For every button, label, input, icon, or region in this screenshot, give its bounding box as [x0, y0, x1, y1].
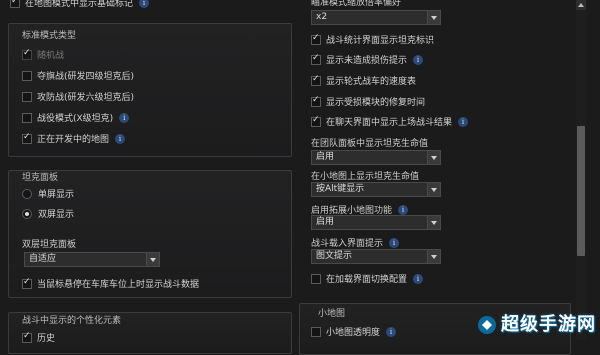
scroll-thumb[interactable]	[577, 126, 585, 256]
chevron-down-icon	[427, 250, 440, 263]
chevron-down-icon	[427, 151, 440, 164]
info-icon[interactable]: i	[413, 273, 424, 284]
ext-minimap-value: 启用	[316, 217, 335, 227]
check-row-no-damage[interactable]: 显示未造成损伤提示 i	[311, 53, 424, 66]
hover-stats-checkbox[interactable]	[22, 277, 32, 289]
assault-label: 攻防战(研发六级坦克后)	[37, 93, 135, 103]
watermark-logo-icon	[478, 316, 496, 334]
zoom-select[interactable]: x2	[311, 10, 441, 25]
standard-item-assault[interactable]: 攻防战(研发六级坦克后)	[22, 90, 134, 103]
minimap-opacity-checkbox[interactable]	[311, 326, 321, 337]
ctf-checkbox[interactable]	[22, 70, 32, 81]
team-panel-hp-value: 启用	[316, 152, 335, 162]
chat-result-checkbox[interactable]	[311, 115, 321, 127]
chevron-down-icon	[427, 183, 440, 196]
dev-maps-label: 正在开发中的地图	[37, 135, 110, 145]
watermark: 超级手游网	[477, 310, 596, 336]
check-row-chat-result[interactable]: 在聊天界面中显示上场战斗结果 i	[311, 115, 469, 128]
campaign-label: 战役模式(X级坦克)	[37, 114, 114, 124]
minimap-opacity-row[interactable]: 小地图透明度 i	[311, 325, 397, 338]
loading-switch-label: 在加载界面切换配置	[326, 275, 408, 285]
left-top-checkbox[interactable]	[10, 0, 20, 8]
hover-stats-row[interactable]: 当鼠标悬停在车库车位上时显示战斗数据	[22, 277, 199, 290]
random-battle-checkbox	[22, 48, 32, 60]
loading-tips-select[interactable]: 图文提示	[311, 249, 441, 264]
check-row-speedometer[interactable]: 显示轮式战车的速度表	[311, 74, 416, 87]
standard-mode-title: 标准模式类型	[22, 31, 77, 41]
campaign-checkbox[interactable]	[22, 112, 32, 123]
standard-item-campaign[interactable]: 战役模式(X级坦克) i	[22, 111, 130, 124]
chat-result-label: 在聊天界面中显示上场战斗结果	[326, 118, 453, 128]
no-damage-checkbox[interactable]	[311, 53, 321, 65]
info-icon[interactable]: i	[398, 204, 409, 215]
speedometer-label: 显示轮式战车的速度表	[326, 77, 417, 87]
ctf-label: 夺旗战(研发四级坦克后)	[37, 72, 135, 82]
tank-marker-checkbox[interactable]	[311, 33, 321, 45]
personal-first-row[interactable]: 历史	[22, 331, 55, 344]
hover-stats-label: 当鼠标悬停在车库车位上时显示战斗数据	[37, 280, 200, 290]
left-top-partial-row[interactable]: 在地图模式中显示基础标记 i	[10, 0, 150, 9]
minimap-hp-select[interactable]: 按Alt键显示	[311, 182, 441, 197]
team-panel-hp-label: 在团队面板中显示坦克生命值	[311, 139, 429, 149]
radio-dual-row[interactable]: 双屏显示	[22, 207, 74, 220]
history-checkbox[interactable]	[22, 331, 32, 343]
random-battle-label: 随机战	[37, 51, 65, 61]
repair-time-label: 显示受损模块的修复时间	[326, 98, 426, 108]
info-icon[interactable]: i	[119, 112, 130, 123]
dual-panel-select-value: 自适应	[29, 254, 57, 264]
check-row-tank-marker[interactable]: 战斗统计界面显示坦克标识	[311, 33, 434, 46]
left-top-label: 在地图模式中显示基础标记	[25, 0, 134, 9]
dual-panel-select[interactable]: 自适应	[24, 252, 160, 267]
watermark-text: 超级手游网	[501, 314, 596, 335]
dual-screen-label: 双屏显示	[38, 210, 75, 220]
loading-switch-checkbox[interactable]	[311, 273, 321, 284]
vertical-scrollbar[interactable]	[576, 0, 586, 340]
info-icon[interactable]: i	[389, 237, 400, 248]
scroll-up-arrow-icon[interactable]	[576, 0, 586, 10]
dual-panel-label: 双层坦克面板	[22, 240, 77, 250]
history-label: 历史	[37, 334, 56, 344]
minimap-hp-label: 在小地图上显示坦克生命值	[311, 172, 420, 182]
single-screen-label: 单屏显示	[38, 190, 75, 200]
info-icon[interactable]: i	[386, 326, 397, 337]
standard-item-random: 随机战	[22, 48, 64, 61]
standard-item-ctf[interactable]: 夺旗战(研发四级坦克后)	[22, 69, 134, 82]
chevron-down-icon	[146, 253, 159, 266]
team-panel-hp-select[interactable]: 启用	[311, 150, 441, 165]
loading-switch-row[interactable]: 在加载界面切换配置 i	[311, 272, 424, 285]
loading-tips-value: 图文提示	[316, 251, 353, 261]
minimap-title: 小地图	[318, 309, 346, 319]
dev-maps-checkbox[interactable]	[22, 132, 32, 144]
info-icon[interactable]: i	[413, 54, 424, 65]
chevron-down-icon	[427, 11, 440, 24]
speedometer-checkbox[interactable]	[311, 74, 321, 86]
no-damage-label: 显示未造成损伤提示	[326, 56, 408, 66]
assault-checkbox[interactable]	[22, 91, 32, 102]
info-icon[interactable]: i	[458, 116, 469, 127]
tank-marker-label: 战斗统计界面显示坦克标识	[326, 36, 435, 46]
info-icon[interactable]: i	[115, 133, 126, 144]
repair-time-checkbox[interactable]	[311, 95, 321, 107]
radio-single-row[interactable]: 单屏显示	[22, 187, 74, 200]
ext-minimap-select[interactable]: 启用	[311, 215, 441, 230]
minimap-opacity-label: 小地图透明度	[326, 328, 381, 338]
single-screen-radio[interactable]	[22, 188, 32, 199]
loading-tips-label: 战斗载入界面提示	[311, 239, 384, 249]
tank-panel-title: 坦克面板	[22, 173, 59, 183]
dual-screen-radio[interactable]	[22, 208, 32, 219]
check-row-repair-time[interactable]: 显示受损模块的修复时间	[311, 95, 425, 108]
zoom-select-value: x2	[316, 12, 328, 22]
loading-tips-label-row: 战斗载入界面提示 i	[311, 236, 400, 249]
personal-elements-title: 战斗中显示的个性化元素	[22, 316, 122, 326]
info-icon[interactable]: i	[139, 0, 150, 8]
zoom-pref-label: 瞄准模式缩放倍率偏好	[311, 0, 402, 8]
chevron-down-icon	[427, 216, 440, 229]
minimap-hp-value: 按Alt键显示	[316, 184, 365, 194]
standard-item-dev-maps[interactable]: 正在开发中的地图 i	[22, 132, 126, 145]
